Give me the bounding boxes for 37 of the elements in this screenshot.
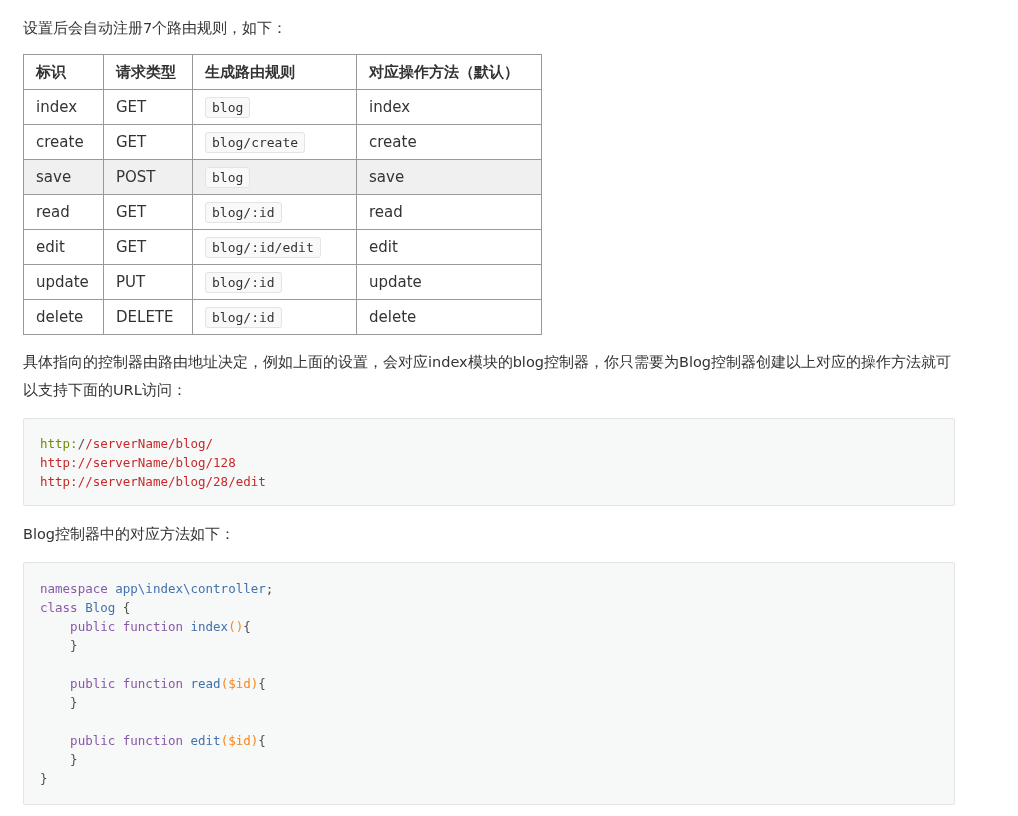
table-cell: index [36, 98, 78, 116]
table-cell: POST [116, 168, 156, 186]
route-code: blog [205, 167, 251, 188]
code-block: http://serverName/blog/ http://serverName/blog/128 http://serverName/blog/28/edit [23, 418, 955, 506]
column-header: 对应操作方法（默认） [356, 54, 542, 90]
column-header: 生成路由规则 [192, 54, 357, 90]
table-cell: read [369, 203, 403, 221]
table-cell: GET [116, 98, 147, 116]
route-code: blog [205, 97, 251, 118]
table-cell: GET [116, 238, 147, 256]
table-cell: index [369, 98, 411, 116]
table-cell: create [369, 133, 417, 151]
table-cell: DELETE [116, 308, 174, 326]
intro-text: 设置后会自动注册7个路由规则，如下： [23, 19, 289, 38]
route-code: blog/:id [205, 272, 282, 293]
table-cell: edit [369, 238, 398, 256]
table-cell: create [36, 133, 84, 151]
column-header: 请求类型 [103, 54, 193, 90]
table-cell: update [36, 273, 89, 291]
route-code: blog/:id/edit [205, 237, 321, 258]
description-text: 具体指向的控制器由路由地址决定，例如上面的设置，会对应index模块的blog控制器，你只需要为Blog控制器创建以上对应的操作方法就可以支持下面的URL访问： [23, 353, 953, 400]
table-cell: PUT [116, 273, 146, 291]
table-cell: save [369, 168, 405, 186]
table-cell: delete [369, 308, 417, 326]
table-cell: edit [36, 238, 65, 256]
table-cell: GET [116, 133, 147, 151]
table-cell: GET [116, 203, 147, 221]
description-text: Blog控制器中的对应方法如下： [23, 525, 237, 544]
table-cell: delete [36, 308, 84, 326]
table-cell: save [36, 168, 72, 186]
table-cell: read [36, 203, 70, 221]
code-block: namespace app\index\controller; class Blog { public function index(){ } public function read($id){ } public function edit($id){ } } [23, 562, 955, 805]
route-code: blog/:id [205, 307, 282, 328]
route-code: blog/create [205, 132, 306, 153]
column-header: 标识 [23, 54, 104, 90]
route-code: blog/:id [205, 202, 282, 223]
table-cell: update [369, 273, 422, 291]
